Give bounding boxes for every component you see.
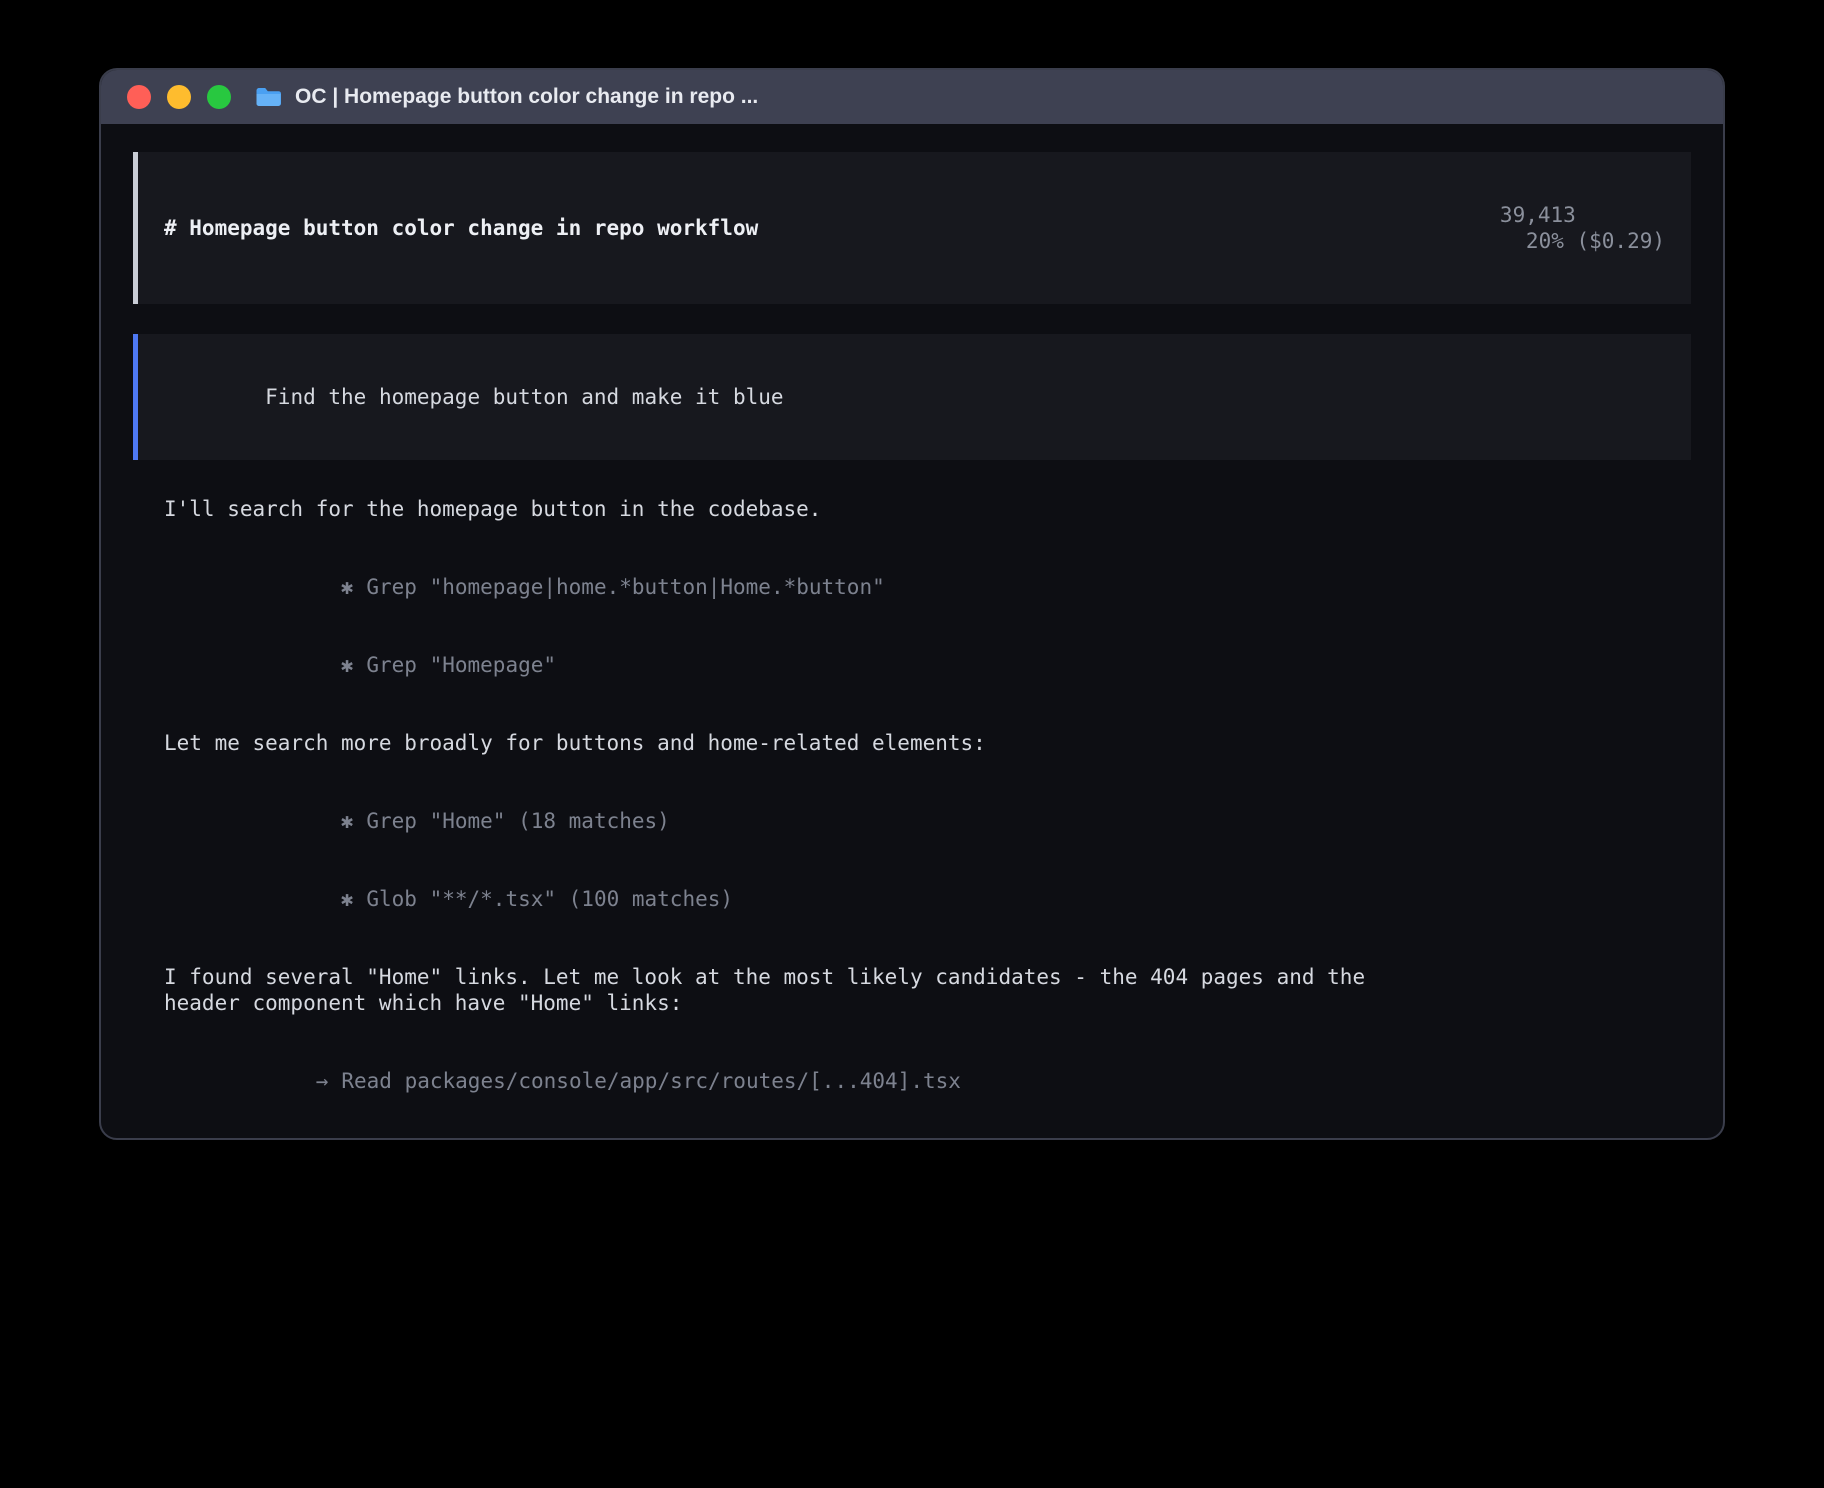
tool-call: ✱ Glob "**/*.tsx" (100 matches) (164, 860, 1414, 938)
assistant-text: I'll search for the homepage button in t… (164, 496, 1414, 522)
tool-call: ✱ Grep "Homepage" (164, 626, 1414, 704)
session-title: # Homepage button color change in repo w… (164, 215, 758, 241)
tool-call: ✱ Grep "Home" (18 matches) (164, 782, 1414, 860)
token-count: 39,413 (1500, 203, 1576, 227)
assistant-transcript: I'll search for the homepage button in t… (164, 470, 1414, 1140)
asterisk-bullet-icon: ✱ (341, 809, 354, 833)
tool-call-text: Grep "Homepage" (366, 653, 556, 677)
window-titlebar[interactable]: OC | Homepage button color change in rep… (101, 70, 1723, 124)
read-call-text: Read packages/console/app/src/routes/[..… (341, 1069, 961, 1093)
assistant-text: I found several "Home" links. Let me loo… (164, 964, 1414, 1016)
window-title: OC | Homepage button color change in rep… (295, 85, 758, 109)
tool-call: ✱ Grep "homepage|home.*button|Home.*butto… (164, 548, 1414, 626)
session-header: # Homepage button color change in repo w… (133, 152, 1691, 304)
asterisk-bullet-icon: ✱ (341, 575, 354, 599)
minimize-window-button[interactable] (167, 85, 191, 109)
user-message-text: Find the homepage button and make it blu… (265, 385, 783, 409)
tool-call-group: ✱ Grep "homepage|home.*button|Home.*butto… (164, 548, 1414, 704)
traffic-lights (127, 85, 231, 109)
arrow-right-icon: → (316, 1069, 329, 1093)
context-usage: 20% ($0.29) (1526, 229, 1665, 253)
session-stats: 39,413 20% ($0.29) (1373, 176, 1665, 280)
tool-call-text: Grep "Home" (18 matches) (366, 809, 669, 833)
folder-icon (255, 86, 282, 108)
terminal-content: # Homepage button color change in repo w… (101, 124, 1723, 1140)
user-message: Find the homepage button and make it blu… (133, 334, 1691, 460)
tool-call-group: ✱ Grep "Home" (18 matches) ✱ Glob "**/*.ts… (164, 782, 1414, 938)
read-call-group: → Read packages/console/app/src/routes/[.… (164, 1042, 1414, 1140)
tool-call-text: Grep "homepage|home.*button|Home.*button… (366, 575, 884, 599)
zoom-window-button[interactable] (207, 85, 231, 109)
desktop-background: OC | Homepage button color change in rep… (0, 0, 1824, 1488)
read-call: →Read packages/console/app/src/component… (164, 1120, 1414, 1140)
asterisk-bullet-icon: ✱ (341, 887, 354, 911)
asterisk-bullet-icon: ✱ (341, 653, 354, 677)
assistant-text: Let me search more broadly for buttons a… (164, 730, 1414, 756)
read-call: → Read packages/console/app/src/routes/[.… (164, 1042, 1414, 1120)
close-window-button[interactable] (127, 85, 151, 109)
terminal-window: OC | Homepage button color change in rep… (99, 68, 1725, 1140)
tool-call-text: Glob "**/*.tsx" (100 matches) (366, 887, 733, 911)
window-title-area: OC | Homepage button color change in rep… (255, 85, 758, 109)
